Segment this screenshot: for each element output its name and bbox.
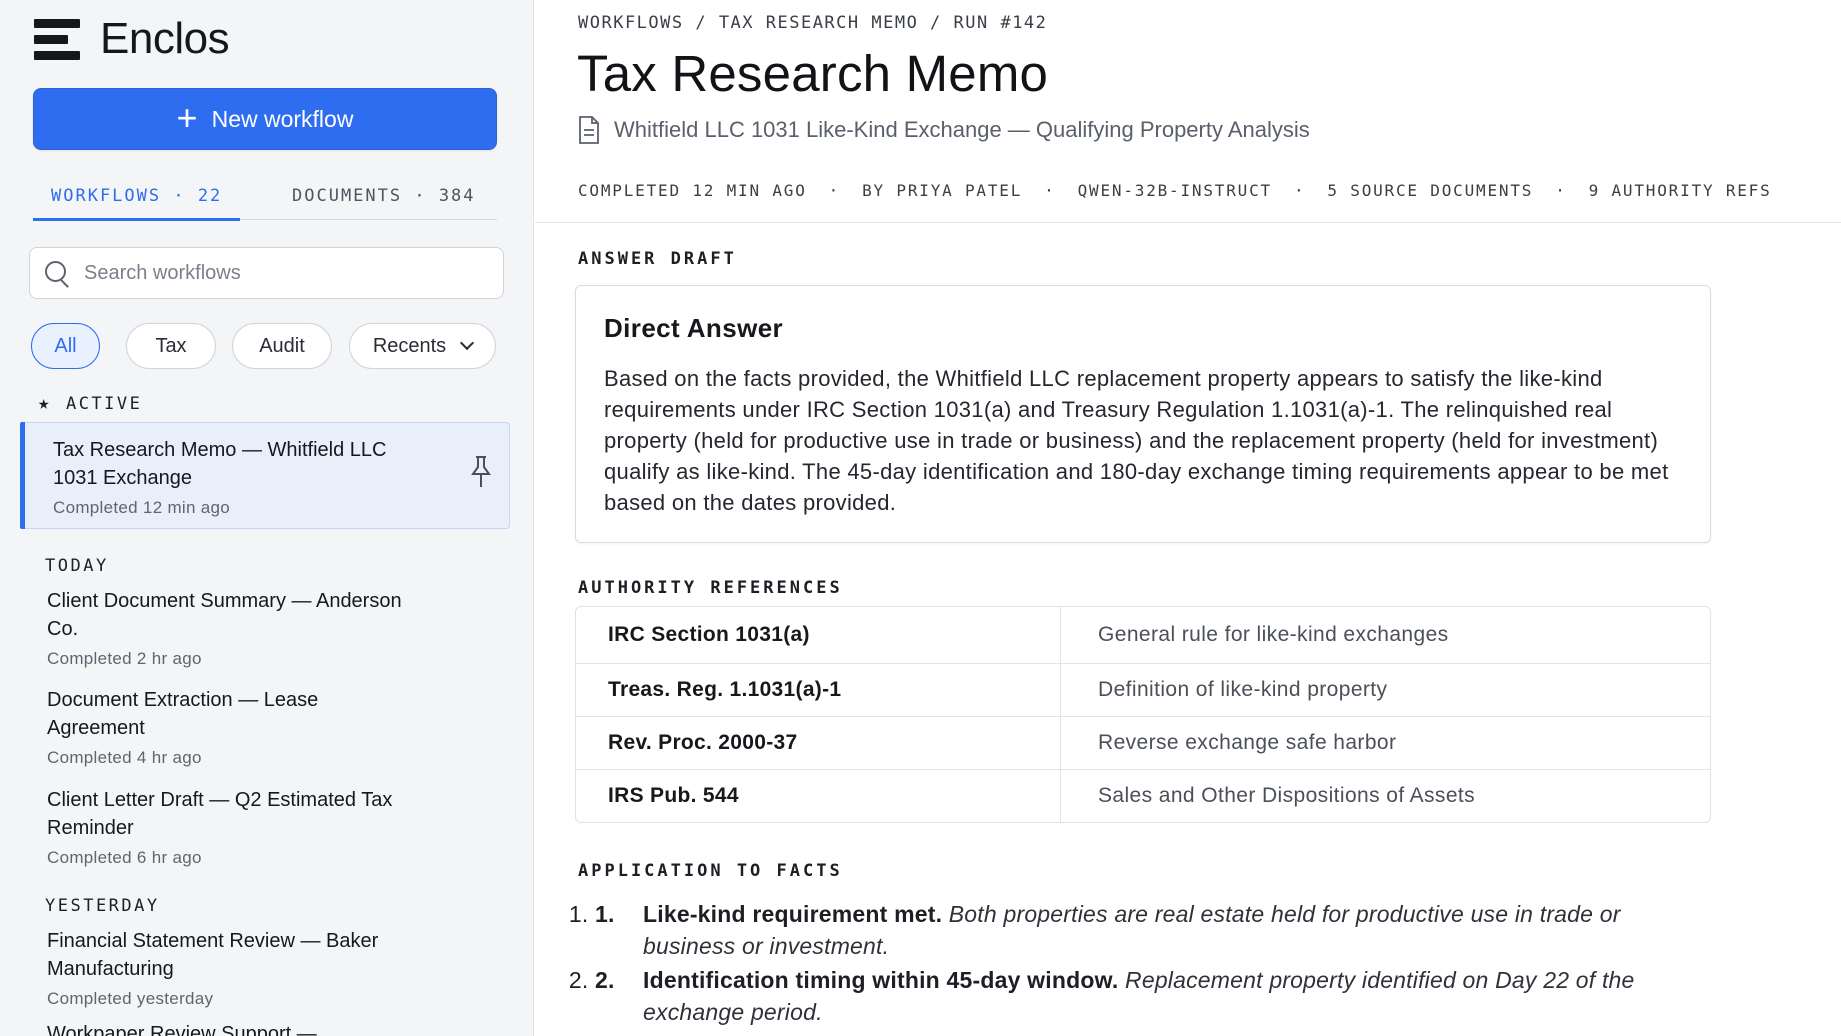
authority-desc: General rule for like-kind exchanges [1098,623,1449,646]
meta-separator: · [828,181,841,200]
workflow-title: Document Extraction — Lease Agreement [47,689,319,739]
authority-cite: IRC Section 1031(a) [576,607,1061,663]
workflow-title: Client Document Summary — Anderson Co. [47,590,402,640]
filter-audit[interactable]: Audit [232,323,332,369]
active-indicator [20,422,25,529]
fact-number: 2. [595,967,615,993]
meta-completed: COMPLETED 12 MIN AGO [578,181,807,200]
workflow-title: Client Letter Draft — Q2 Estimated Tax R… [47,789,393,839]
table-row[interactable]: IRC Section 1031(a) General rule for lik… [576,607,1710,663]
meta-separator: · [1293,181,1306,200]
breadcrumb[interactable]: WORKFLOWS / TAX RESEARCH MEMO / RUN #142 [578,13,1047,33]
list-item[interactable]: Financial Statement Review — Baker Manuf… [47,927,407,1009]
page-title: Tax Research Memo [577,45,1049,102]
workflow-title: Workpaper Review Support — [47,1023,317,1036]
workflow-status: Completed 6 hr ago [47,848,202,867]
section-today: TODAY [45,556,109,576]
authority-cite: IRS Pub. 544 [576,770,1061,822]
fact-number: 1. [595,901,615,927]
table-row[interactable]: Rev. Proc. 2000-37 Reverse exchange safe… [576,716,1710,769]
meta-sources[interactable]: 5 SOURCE DOCUMENTS [1327,181,1533,200]
workflow-title: Tax Research Memo — Whitfield LLC 1031 E… [53,439,387,489]
pin-icon[interactable] [469,455,493,489]
meta-refs[interactable]: 9 AUTHORITY REFS [1589,181,1772,200]
search-icon [44,260,70,286]
document-icon [579,116,599,144]
authority-references-heading: AUTHORITY REFERENCES [578,578,843,598]
new-workflow-label: New workflow [211,105,354,132]
workflow-title: Financial Statement Review — Baker Manuf… [47,930,379,980]
answer-draft-heading: ANSWER DRAFT [578,249,737,269]
search-workflows[interactable]: Search workflows [29,247,504,299]
authority-desc: Reverse exchange safe harbor [1098,731,1397,754]
answer-card: Direct Answer Based on the facts provide… [575,285,1711,543]
filter-recents-dropdown[interactable]: Recents [349,323,496,369]
meta-model: QWEN-32B-INSTRUCT [1077,181,1272,200]
answer-body: Based on the facts provided, the Whitfie… [604,366,1669,515]
subtitle-row: Whitfield LLC 1031 Like-Kind Exchange — … [578,116,1310,144]
authority-cite: Rev. Proc. 2000-37 [576,717,1061,769]
workflow-status: Completed 2 hr ago [47,649,202,668]
fact-item: 1. Like-kind requirement met. Both prope… [595,898,1705,962]
new-workflow-button[interactable]: + New workflow [33,88,497,150]
authority-desc: Sales and Other Dispositions of Assets [1098,784,1476,807]
run-metadata: COMPLETED 12 MIN AGO · BY PRIYA PATEL · QW… [578,181,1772,200]
star-icon: ★ [38,392,52,414]
tab-workflows[interactable]: WORKFLOWS · 22 [51,186,222,206]
chevron-down-icon [460,335,475,351]
filter-all[interactable]: All [31,323,100,369]
list-item[interactable]: Workpaper Review Support — [47,1020,407,1036]
meta-author: BY PRIYA PATEL [862,181,1023,200]
active-workflow-item[interactable]: Tax Research Memo — Whitfield LLC 1031 E… [20,422,510,529]
authority-table: IRC Section 1031(a) General rule for lik… [575,606,1711,823]
workflow-status: Completed 12 min ago [53,498,231,517]
fact-lead: Like-kind requirement met. [643,901,943,927]
sidebar-tabs: WORKFLOWS · 22 DOCUMENTS · 384 [33,176,497,221]
sidebar: Enclos + New workflow WORKFLOWS · 22 DOC… [0,0,534,1036]
answer-title: Direct Answer [604,313,784,343]
main-content: WORKFLOWS / TAX RESEARCH MEMO / RUN #142… [535,0,1841,1036]
fact-item: 2. Identification timing within 45-day w… [595,964,1705,1028]
section-active-label: ACTIVE [65,394,143,414]
workflow-status: Completed yesterday [47,989,214,1008]
section-active: ★ ACTIVE [38,392,142,414]
tab-documents[interactable]: DOCUMENTS · 384 [292,186,476,206]
filter-tax[interactable]: Tax [126,323,216,369]
app-name: Enclos [100,14,230,63]
plus-icon: + [176,96,198,138]
page-subtitle: Whitfield LLC 1031 Like-Kind Exchange — … [614,117,1310,142]
active-tab-indicator [33,218,240,221]
filter-recents-label: Recents [372,334,447,357]
fact-lead: Identification timing within 45-day wind… [643,967,1119,993]
list-item[interactable]: Document Extraction — Lease Agreement Co… [47,686,407,768]
enclos-logo-icon [34,17,80,61]
table-row[interactable]: IRS Pub. 544 Sales and Other Disposition… [576,769,1710,822]
section-yesterday: YESTERDAY [45,896,160,916]
workflow-status: Completed 4 hr ago [47,748,202,767]
facts-list: 1. Like-kind requirement met. Both prope… [595,898,1705,1030]
authority-desc: Definition of like-kind property [1098,678,1388,701]
meta-separator: · [1555,181,1567,200]
application-to-facts-heading: APPLICATION TO FACTS [578,861,843,881]
authority-cite: Treas. Reg. 1.1031(a)-1 [576,664,1061,716]
header-divider [535,222,1841,223]
meta-separator: · [1044,181,1056,200]
table-row[interactable]: Treas. Reg. 1.1031(a)-1 Definition of li… [576,663,1710,716]
list-item[interactable]: Client Letter Draft — Q2 Estimated Tax R… [47,786,417,868]
list-item[interactable]: Client Document Summary — Anderson Co. C… [47,587,407,669]
search-input[interactable]: Search workflows [84,262,241,285]
app-logo[interactable]: Enclos [34,14,230,64]
